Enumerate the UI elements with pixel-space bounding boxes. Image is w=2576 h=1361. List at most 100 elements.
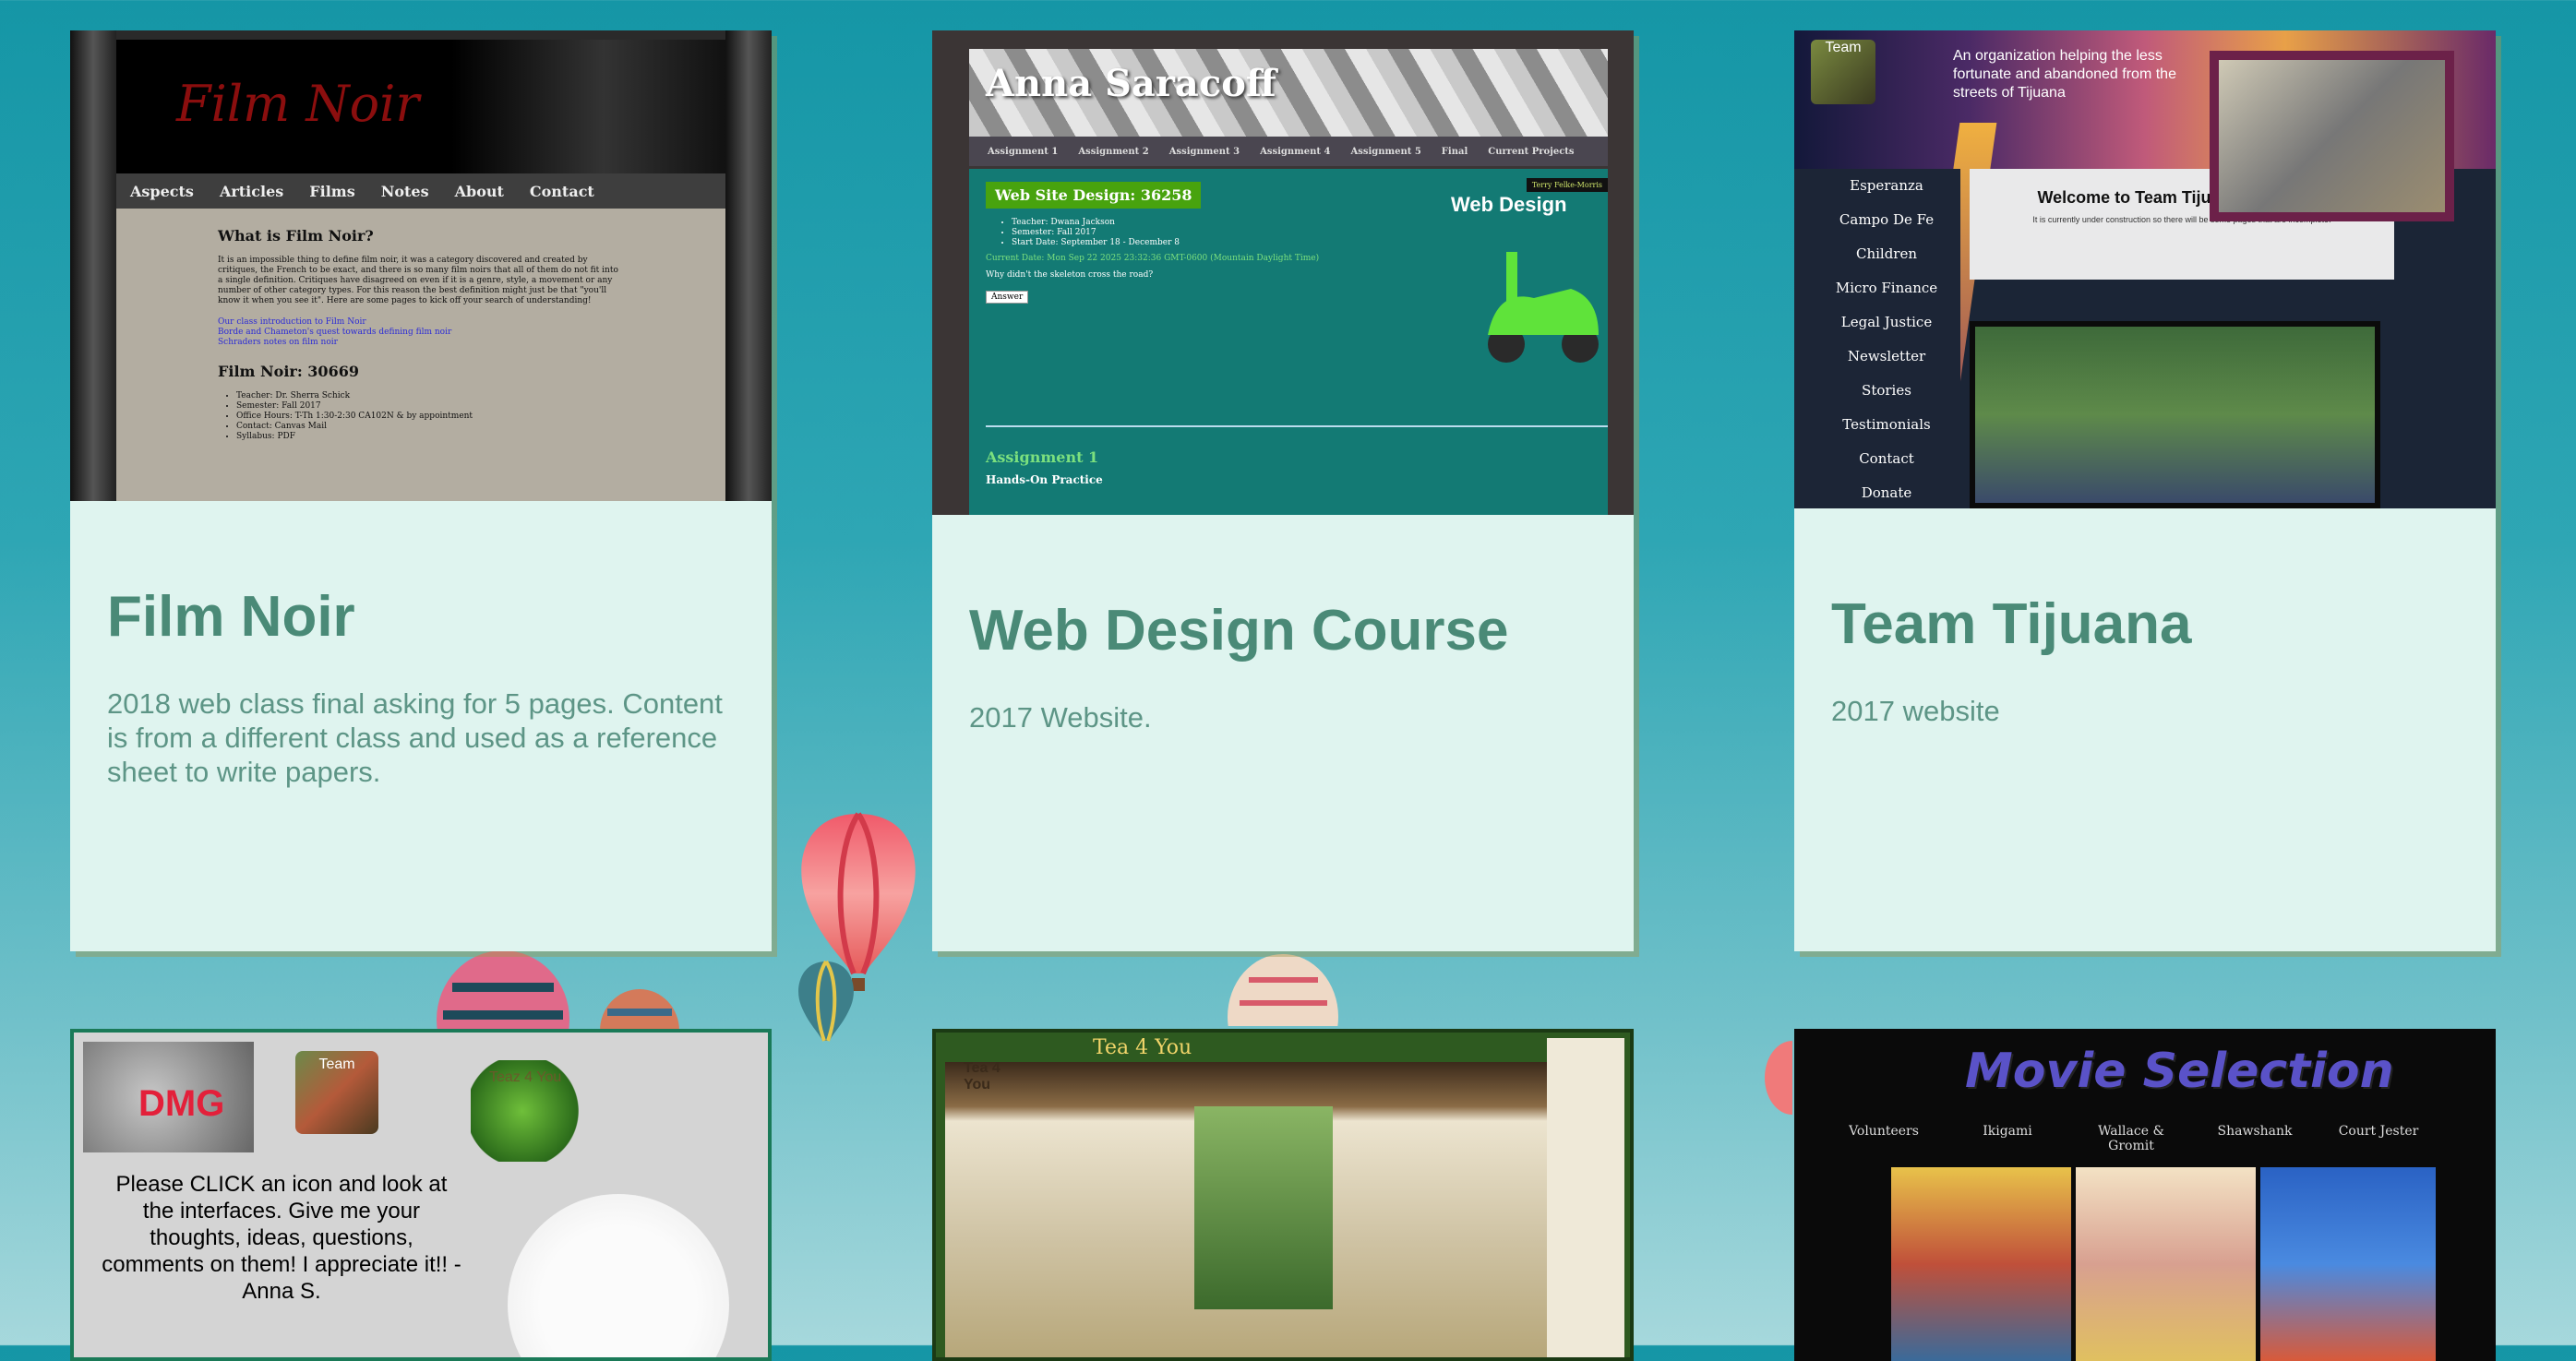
movie-selection-screenshot[interactable]: Movie Selection Volunteers Ikigami Walla… xyxy=(1794,1029,2496,1361)
project-card-film-noir[interactable]: Film Noir Aspects Articles Films Notes A… xyxy=(70,30,772,951)
course-detail: Office Hours: T-Th 1:30-2:30 CA102N & by… xyxy=(236,412,624,422)
team-tijuana-screenshot[interactable]: An organization helping the less fortuna… xyxy=(1794,30,2496,508)
nav-item: Assignment 3 xyxy=(1168,146,1240,157)
nav-item: Contact xyxy=(529,182,594,200)
logo-label: Team xyxy=(1825,40,1862,55)
course-detail: Syllabus: PDF xyxy=(236,432,624,442)
site-menu: Esperanza Campo De Fe Children Micro Fin… xyxy=(1794,169,1960,508)
card-description: 2017 website xyxy=(1831,695,2000,727)
project-card-movie-selection[interactable]: Movie Selection Volunteers Ikigami Walla… xyxy=(1794,1029,2496,1361)
menu-item: Legal Justice xyxy=(1840,314,1933,330)
project-card-web-design[interactable]: Anna Saracoff Assignment 1 Assignment 2 … xyxy=(932,30,1634,951)
nav-item: Ikigami xyxy=(1983,1124,2032,1139)
nav-item: Court Jester xyxy=(2338,1124,2419,1139)
nav-item: Wallace & Gromit xyxy=(2098,1124,2164,1153)
team-logo: Team xyxy=(1811,40,1875,104)
movie-poster xyxy=(2260,1167,2436,1361)
nav-item: Assignment 2 xyxy=(1078,146,1149,157)
menu-item: Children xyxy=(1855,245,1918,262)
scooter-image xyxy=(1488,252,1599,363)
menu-item: Micro Finance xyxy=(1835,280,1938,296)
menu-item: Newsletter xyxy=(1847,348,1926,364)
team-icon: Team xyxy=(295,1051,378,1134)
dmg-badge: DMG xyxy=(138,1083,225,1124)
nav-item: Current Projects xyxy=(1488,146,1575,157)
site-banner: Film Noir xyxy=(116,40,725,173)
hot-air-balloon-left xyxy=(437,950,569,1033)
site-title: Tea 4 You xyxy=(1093,1036,1192,1059)
card-title: Film Noir xyxy=(107,585,355,649)
movie-poster xyxy=(1891,1167,2071,1361)
course-detail: Teacher: Dr. Sherra Schick xyxy=(236,391,624,401)
tea-logo: Tea 4 You xyxy=(964,1060,1000,1092)
teaz-icon: Teaz 4 You xyxy=(471,1060,600,1162)
reference-links: Our class introduction to Film Noir Bord… xyxy=(218,317,624,348)
leaf-panel xyxy=(1547,1038,1624,1357)
nav-item: Assignment 4 xyxy=(1260,146,1331,157)
site-nav: Aspects Articles Films Notes About Conta… xyxy=(116,173,725,209)
hot-air-balloon-right xyxy=(1765,1041,1792,1115)
menu-item: Contact xyxy=(1859,450,1914,467)
menu-item: Testimonials xyxy=(1842,416,1931,433)
book-title: Web Design xyxy=(1451,193,1567,216)
nav-item: Shawshank xyxy=(2217,1124,2293,1139)
course-badge: Web Site Design: 36258 xyxy=(986,182,1202,209)
book-cover: Terry Felke-Morris Web Design xyxy=(1442,169,1608,381)
menu-item: Stories xyxy=(1862,382,1911,399)
nav-item: About xyxy=(454,182,504,200)
garden-view xyxy=(1194,1106,1333,1309)
tea-4-you-screenshot[interactable]: Tea 4 You Tea 4 You xyxy=(932,1029,1634,1361)
site-nav: Volunteers Ikigami Wallace & Gromit Shaw… xyxy=(1794,1124,2496,1153)
decorative-border xyxy=(725,30,772,501)
decorative-border xyxy=(70,30,116,501)
author-tag: Terry Felke-Morris xyxy=(1526,178,1608,192)
nav-item: Final xyxy=(1441,146,1468,157)
site-content: What is Film Noir? It is an impossible t… xyxy=(116,209,725,501)
answer-button: Answer xyxy=(986,291,1029,304)
card-body: Film Noir 2018 web class final asking fo… xyxy=(70,501,772,789)
course-detail: Contact: Canvas Mail xyxy=(236,422,624,432)
project-card-interfaces[interactable]: DMG Team Teaz 4 You Please CLICK an icon… xyxy=(70,1029,772,1361)
site-content: Web Site Design: 36258 Teacher: Dwana Ja… xyxy=(969,169,1608,515)
card-body: Web Design Course 2017 Website. xyxy=(932,515,1634,734)
site-nav: Assignment 1 Assignment 2 Assignment 3 A… xyxy=(969,137,1608,166)
nav-item: Articles xyxy=(219,182,284,200)
instructions-message: Please CLICK an icon and look at the int… xyxy=(102,1172,461,1304)
nav-item: Assignment 1 xyxy=(988,146,1059,157)
card-body: Team Tijuana 2017 website xyxy=(1794,508,2496,728)
card-title: Team Tijuana xyxy=(1831,592,2192,656)
team-photo xyxy=(1970,321,2380,508)
teaz-label: Teaz 4 You xyxy=(489,1069,562,1085)
site-title: Movie Selection xyxy=(1965,1044,2394,1099)
nav-item: Films xyxy=(309,182,355,200)
hot-air-balloon-center xyxy=(1228,954,1338,1026)
intro-text: It is an impossible thing to define film… xyxy=(218,256,618,305)
site-header: Anna Saracoff xyxy=(969,49,1608,137)
divider xyxy=(986,425,1608,427)
web-design-screenshot[interactable]: Anna Saracoff Assignment 1 Assignment 2 … xyxy=(932,30,1634,515)
dmg-icon: DMG xyxy=(83,1042,254,1152)
project-card-team-tijuana[interactable]: An organization helping the less fortuna… xyxy=(1794,30,2496,951)
site-title: Anna Saracoff xyxy=(986,62,1276,105)
course-detail: Semester: Fall 2017 xyxy=(236,401,624,412)
nav-item: Volunteers xyxy=(1849,1124,1919,1139)
card-title: Web Design Course xyxy=(969,599,1509,663)
nav-item: Aspects xyxy=(130,182,194,200)
reference-link: Schraders notes on film noir xyxy=(218,338,338,347)
film-noir-screenshot[interactable]: Film Noir Aspects Articles Films Notes A… xyxy=(70,30,772,501)
menu-item: Campo De Fe xyxy=(1839,211,1935,228)
nav-item: Assignment 5 xyxy=(1350,146,1421,157)
reference-link: Our class introduction to Film Noir xyxy=(218,317,366,327)
card-description: 2018 web class final asking for 5 pages.… xyxy=(107,687,723,788)
content-heading: What is Film Noir? xyxy=(218,227,374,245)
course-heading: Film Noir: 30669 xyxy=(218,363,359,380)
course-details: Teacher: Dr. Sherra Schick Semester: Fal… xyxy=(218,391,624,442)
interfaces-screenshot[interactable]: DMG Team Teaz 4 You Please CLICK an icon… xyxy=(70,1029,772,1361)
hot-air-balloon-small xyxy=(798,960,854,1042)
movie-poster xyxy=(2076,1167,2256,1361)
project-card-tea-4-you[interactable]: Tea 4 You Tea 4 You xyxy=(932,1029,1634,1361)
center-photo xyxy=(2210,51,2454,221)
nav-item: Notes xyxy=(380,182,429,200)
banner-title: Film Noir xyxy=(176,75,420,133)
card-description: 2017 Website. xyxy=(969,701,1152,734)
